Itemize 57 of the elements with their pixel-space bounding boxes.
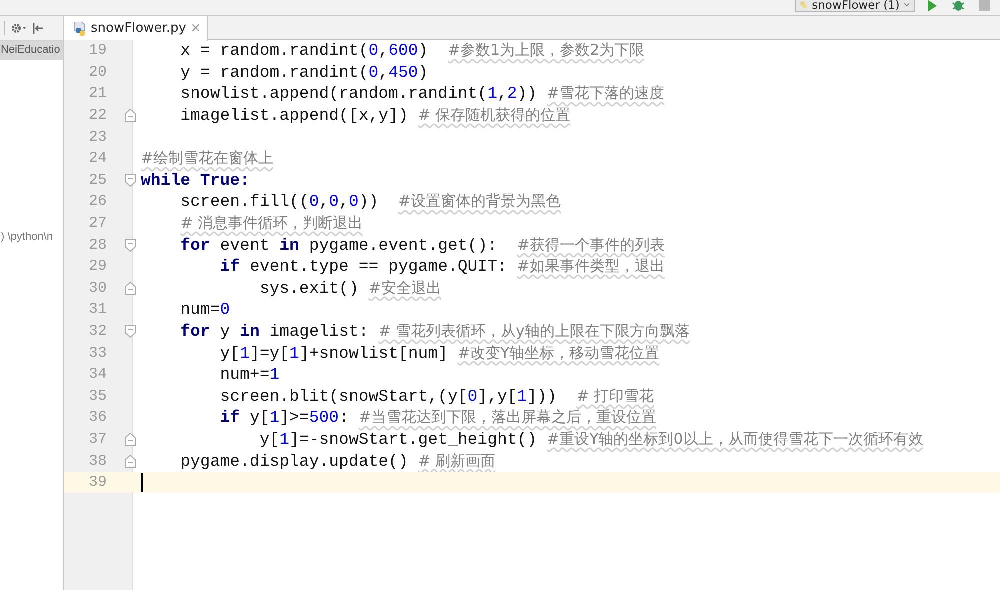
code-line: screen.blit(snowStart,(y[0],y[1])) # 打印雪花 [219, 386, 654, 407]
text-cursor [141, 473, 143, 492]
code-line: sys.exit() #安全退出 [258, 278, 442, 299]
code-line: y = random.randint(0,450) [180, 62, 428, 83]
line-number: 25 [88, 172, 107, 189]
line-number: 36 [88, 409, 107, 426]
line-number: 31 [88, 301, 107, 318]
python-file-icon [74, 22, 87, 36]
line-number: 37 [88, 430, 107, 448]
file-tab[interactable]: snowFlower.py × [64, 16, 208, 41]
code-line: num+=1 [219, 364, 280, 386]
code-line: y[1]=-snowStart.get_height() #重设Y轴的坐标到0以上，从而使得雪花下一次循环有效 [258, 428, 924, 450]
line-number: 20 [88, 64, 107, 81]
line-number: 22 [88, 107, 107, 124]
line-number: 38 [88, 452, 107, 470]
project-tree-item[interactable]: ) \python\n [0, 228, 63, 247]
code-line: for y in imagelist: # 雪花列表循环，从y轴的上限在下限方向飘落 [180, 321, 690, 342]
code-line: if y[1]>=500: #当雪花达到下限，落出屏幕之后，重设位置 [219, 407, 656, 428]
project-tree-item[interactable]: NeiEducatio [0, 41, 63, 60]
python-file-icon [800, 0, 808, 10]
code-line: num=0 [180, 299, 230, 320]
code-line: # 消息事件循环，判断退出 [180, 213, 363, 234]
line-number: 29 [88, 258, 107, 276]
run-config-dropdown[interactable]: snowFlower (1) [795, 0, 915, 12]
line-number: 28 [88, 236, 107, 254]
chevron-down-icon [904, 2, 910, 8]
line-number: 35 [88, 388, 107, 405]
run-icon[interactable] [927, 0, 938, 12]
collapse-icon[interactable] [33, 22, 44, 34]
gear-icon[interactable] [11, 22, 27, 34]
line-number: 24 [88, 150, 107, 168]
code-line: snowlist.append(random.randint(1,2)) #雪花下落的速度 [180, 83, 665, 104]
code-line: x = random.randint(0,600) #参数1为上限，参数2为下限 [180, 40, 645, 62]
line-number: 34 [88, 366, 107, 384]
line-number: 32 [88, 323, 107, 340]
tab-title: snowFlower.py [91, 21, 187, 36]
line-number: 26 [88, 193, 107, 210]
code-line: if event.type == pygame.QUIT: #如果事件类型，退出 [219, 256, 665, 278]
fold-marker-icon[interactable] [125, 238, 136, 252]
line-number: 33 [88, 344, 107, 362]
code-line: while True: [141, 170, 250, 191]
code-line: pygame.display.update() # 刷新画面 [180, 450, 496, 472]
code-line: for event in pygame.event.get(): #获得一个事件的列表 [180, 234, 665, 256]
line-number: 39 [88, 474, 107, 492]
fold-marker-icon[interactable] [125, 325, 136, 338]
line-number: 27 [88, 215, 107, 232]
code-line: #绘制雪花在窗体上 [141, 148, 274, 170]
line-number: 30 [88, 280, 107, 297]
fold-marker-icon[interactable] [125, 174, 136, 187]
tab-close-button[interactable]: × [190, 21, 202, 36]
line-number: 19 [88, 42, 107, 60]
code-line: screen.fill((0,0,0)) #设置窗体的背景为黑色 [180, 191, 562, 212]
code-line: imagelist.append([x,y]) # 保存随机获得的位置 [180, 105, 571, 126]
bug-icon[interactable] [952, 0, 965, 12]
code-line: y[1]=y[1]+snowlist[num] #改变Y轴坐标，移动雪花位置 [219, 342, 660, 364]
line-number: 23 [88, 128, 107, 146]
line-number: 21 [88, 85, 107, 102]
